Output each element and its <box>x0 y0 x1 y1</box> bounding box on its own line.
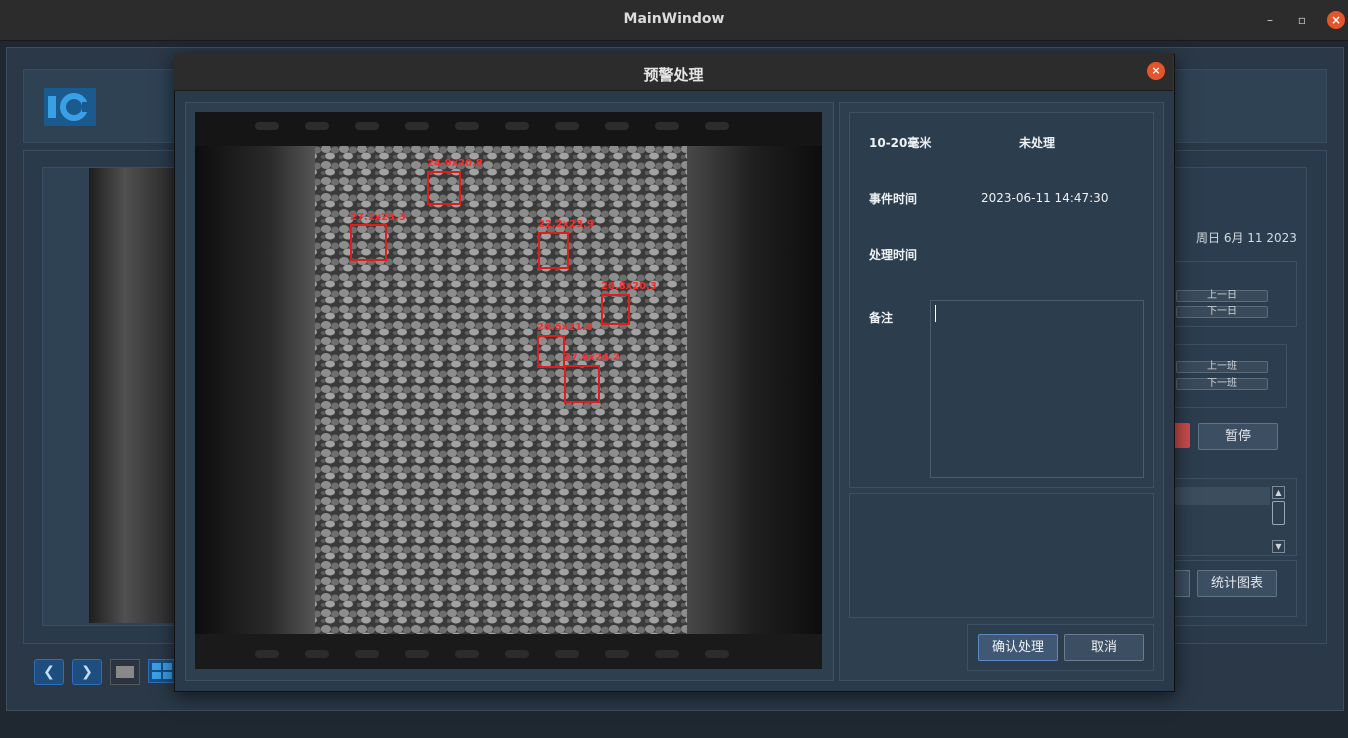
info-lower-panel <box>849 493 1154 618</box>
grid-view-icon[interactable] <box>148 659 176 683</box>
video-frame <box>89 168 179 623</box>
detection-box <box>537 335 565 368</box>
next-shift-button[interactable]: 下一班 <box>1176 378 1268 390</box>
detection-box <box>564 365 600 403</box>
dialog-close-icon[interactable]: × <box>1147 62 1165 80</box>
stats-chart-button[interactable]: 统计图表 <box>1197 570 1277 597</box>
list-item[interactable] <box>1170 487 1270 505</box>
prev-shift-button[interactable]: 上一班 <box>1176 361 1268 373</box>
detection-label: 22.2x23.9 <box>538 219 594 230</box>
detection-box <box>350 224 387 261</box>
status-badge: 未处理 <box>1019 136 1056 150</box>
shift-nav-group <box>1170 344 1287 408</box>
notes-label: 备注 <box>869 311 894 325</box>
window-close-icon[interactable]: × <box>1327 11 1345 29</box>
nav-next-button[interactable]: ❯ <box>72 659 102 685</box>
prev-day-button[interactable]: 上一日 <box>1176 290 1268 302</box>
detection-image: 24.9x20.8 27.1x23.3 22.2x23.9 20.8x20.3 … <box>195 112 822 669</box>
event-time-label: 事件时间 <box>869 192 918 206</box>
text-caret <box>935 305 936 322</box>
single-view-button[interactable] <box>110 659 140 685</box>
detection-label: 27.6x24.2 <box>564 352 620 363</box>
scroll-down-icon[interactable]: ▼ <box>1272 540 1285 553</box>
detection-label: 20.8x20.3 <box>601 281 657 292</box>
single-view-icon <box>116 666 134 678</box>
cancel-button[interactable]: 取消 <box>1064 634 1144 661</box>
scroll-up-icon[interactable]: ▲ <box>1272 486 1285 499</box>
app-logo-icon <box>44 88 96 126</box>
pause-button[interactable]: 暂停 <box>1198 423 1278 450</box>
handle-time-label: 处理时间 <box>869 248 918 262</box>
detection-label: 20.5x21.0 <box>537 322 593 333</box>
scrollbar-thumb[interactable] <box>1272 501 1285 525</box>
date-label: 周日 6月 11 2023 <box>1196 231 1297 245</box>
gravel-image <box>195 112 822 669</box>
maximize-icon[interactable]: ▫ <box>1293 11 1311 29</box>
event-time-value: 2023-06-11 14:47:30 <box>981 191 1109 205</box>
window-titlebar: MainWindow <box>0 0 1348 41</box>
detection-box <box>538 232 569 269</box>
confirm-button[interactable]: 确认处理 <box>978 634 1058 661</box>
dialog-title: 预警处理 <box>643 66 704 84</box>
detection-label: 27.1x23.3 <box>350 212 406 223</box>
next-day-button[interactable]: 下一日 <box>1176 306 1268 318</box>
minimize-icon[interactable]: – <box>1261 11 1279 29</box>
notes-input[interactable] <box>930 300 1144 478</box>
nav-prev-button[interactable]: ❮ <box>34 659 64 685</box>
detection-label: 24.9x20.8 <box>427 158 483 169</box>
dialog-titlebar: 预警处理 <box>174 54 1173 91</box>
detection-box <box>601 294 630 325</box>
category-label: 10-20毫米 <box>869 136 932 150</box>
detection-box <box>427 171 461 205</box>
window-title: MainWindow <box>623 11 725 27</box>
